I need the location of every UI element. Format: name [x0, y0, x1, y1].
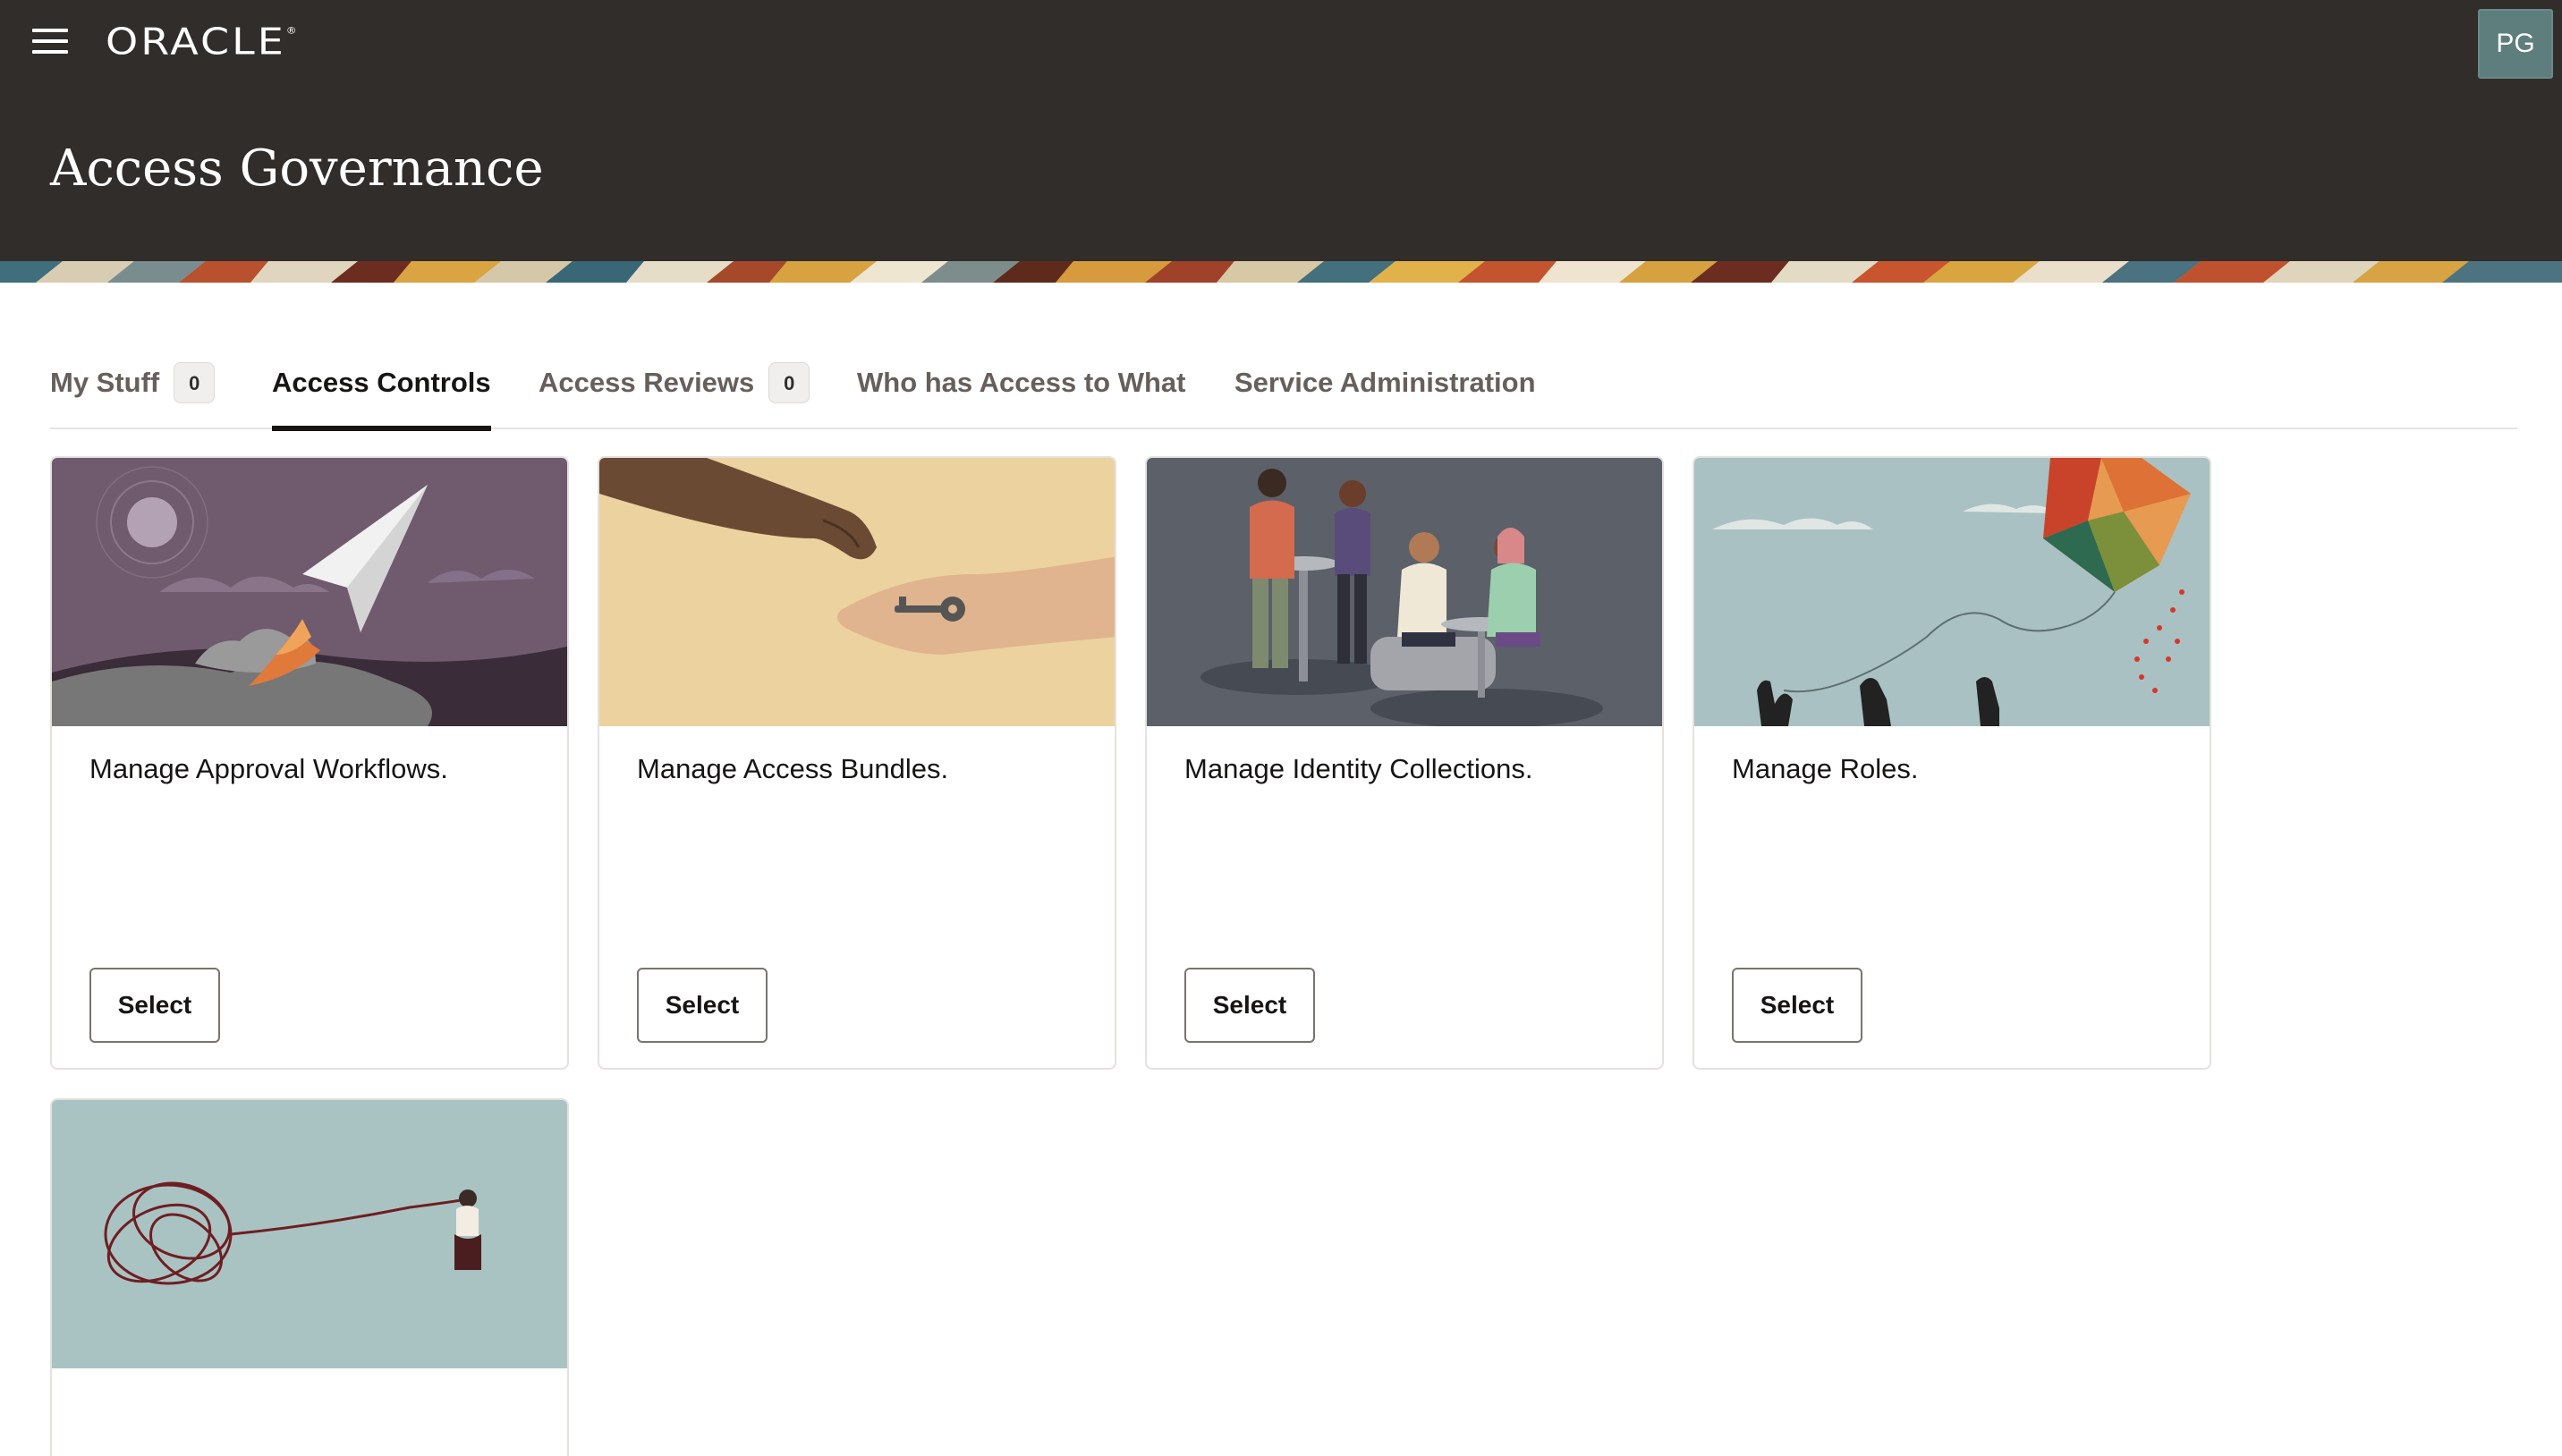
- card-title: Manage Approval Workflows.: [89, 753, 448, 784]
- tab-service-administration[interactable]: Service Administration: [1234, 358, 1536, 429]
- tab-access-reviews[interactable]: Access Reviews 0: [539, 358, 810, 429]
- card-manage-approval-workflows: Manage Approval Workflows. Select: [50, 456, 569, 1070]
- key-handoff-illustration: [599, 458, 1115, 726]
- user-avatar[interactable]: PG: [2478, 9, 2553, 79]
- card-manage-identity-collections: Manage Identity Collections. Select: [1145, 456, 1664, 1070]
- count-badge: 0: [174, 362, 216, 403]
- tab-label: Access Controls: [272, 367, 491, 398]
- card-title: Manage Roles.: [1732, 753, 1919, 784]
- card-title: Manage Access Bundles.: [637, 753, 949, 784]
- tab-label: Access Reviews: [539, 367, 755, 398]
- card-partial-fifth: [50, 1098, 569, 1456]
- card-manage-roles: Manage Roles. Select: [1692, 456, 2211, 1070]
- decorative-pattern-band: [0, 261, 2562, 283]
- select-button[interactable]: Select: [637, 968, 768, 1043]
- select-button[interactable]: Select: [1184, 968, 1315, 1043]
- kite-illustration: [1694, 458, 2210, 726]
- hamburger-menu-icon[interactable]: [32, 29, 68, 57]
- app-header: ORACLE® PG Access Governance: [0, 0, 2562, 261]
- tab-access-controls[interactable]: Access Controls: [272, 358, 491, 431]
- card-title: Manage Identity Collections.: [1184, 753, 1533, 784]
- tangled-string-illustration: [52, 1100, 567, 1368]
- tab-label: Who has Access to What: [857, 367, 1186, 398]
- tab-label: My Stuff: [50, 367, 160, 398]
- people-group-illustration: [1147, 458, 1662, 726]
- logo-registered-mark: ®: [285, 24, 297, 36]
- tab-who-has-access-to-what[interactable]: Who has Access to What: [857, 358, 1185, 429]
- tab-my-stuff[interactable]: My Stuff 0: [50, 358, 216, 429]
- select-button[interactable]: Select: [1732, 968, 1862, 1043]
- tab-label: Service Administration: [1234, 367, 1536, 398]
- select-button[interactable]: Select: [89, 968, 220, 1043]
- oracle-logo[interactable]: ORACLE®: [106, 20, 297, 63]
- logo-text: ORACLE: [106, 20, 286, 63]
- page-title: Access Governance: [50, 140, 544, 198]
- paper-plane-illustration: [52, 458, 567, 726]
- card-manage-access-bundles: Manage Access Bundles. Select: [598, 456, 1116, 1070]
- count-badge: 0: [768, 362, 810, 403]
- tab-bar: My Stuff 0 Access Controls Access Review…: [50, 358, 2517, 431]
